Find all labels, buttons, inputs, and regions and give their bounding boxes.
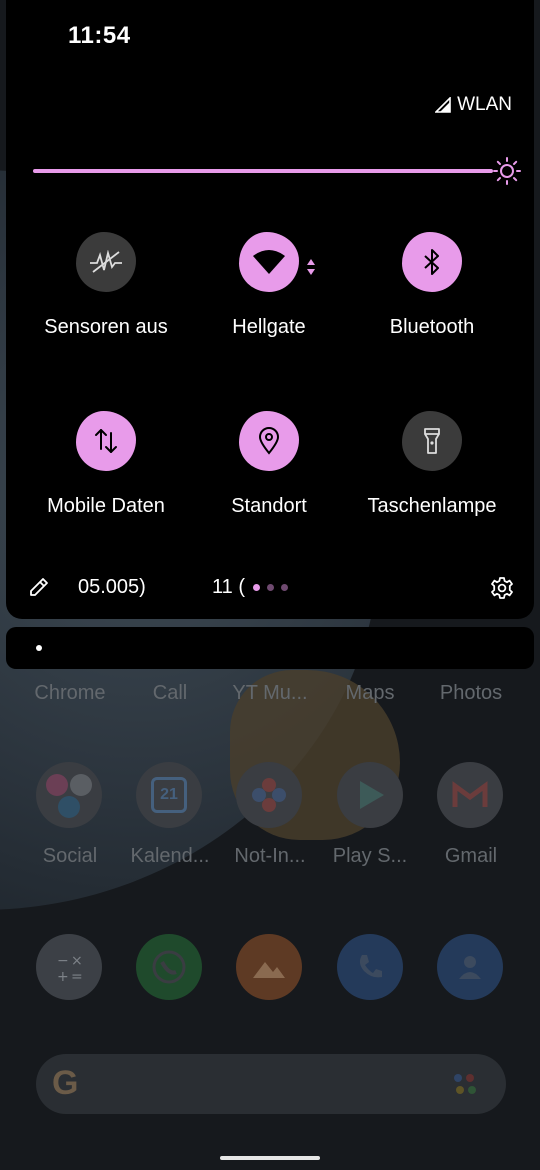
mountain-image-icon: [253, 962, 285, 978]
quick-settings-footer: 05.005) 11 (: [6, 566, 534, 610]
signal-icon: [435, 97, 451, 113]
app-label-play-store[interactable]: Play S...: [322, 845, 418, 868]
tile-label: Mobile Daten: [47, 495, 165, 517]
tile-label: Hellgate: [232, 316, 306, 338]
page-indicator: [253, 584, 288, 591]
tile-label: Taschenlampe: [367, 495, 497, 517]
svg-text:−: −: [57, 953, 69, 969]
chat-phone-icon: [152, 950, 186, 984]
brightness-slider[interactable]: [33, 169, 493, 173]
pinwheel-icon: [252, 778, 286, 812]
svg-text:×: ×: [71, 953, 83, 969]
app-label-chrome[interactable]: Chrome: [22, 682, 118, 705]
svg-text:=: =: [71, 969, 83, 985]
svg-text:+: +: [57, 969, 69, 985]
assistant-icon[interactable]: [452, 1070, 482, 1100]
tile-label: Bluetooth: [389, 316, 475, 338]
tile-flashlight[interactable]: Taschenlampe: [352, 411, 512, 519]
edit-pencil-icon[interactable]: [28, 576, 50, 598]
contacts-icon[interactable]: [437, 934, 503, 1000]
person-icon: [459, 956, 481, 979]
location-icon: [258, 427, 280, 455]
app-label-maps[interactable]: Maps: [322, 682, 418, 705]
page-dot: [281, 584, 288, 591]
google-logo-icon: G: [52, 1064, 79, 1102]
social-folder-icon[interactable]: [36, 762, 102, 828]
mail-m-icon: [452, 781, 488, 807]
page-dot-active: [253, 584, 260, 591]
tile-sensors-off-button[interactable]: [76, 232, 136, 292]
page-dot: [267, 584, 274, 591]
tile-mobile-data[interactable]: Mobile Daten: [26, 411, 186, 519]
gear-icon[interactable]: [490, 576, 514, 600]
flashlight-icon: [424, 428, 440, 454]
network-label: WLAN: [457, 94, 512, 115]
whatsapp-icon[interactable]: [136, 934, 202, 1000]
status-time: 11:54: [68, 22, 131, 49]
gallery-icon[interactable]: [236, 934, 302, 1000]
tile-label: Sensoren aus: [44, 316, 168, 338]
tile-location-button[interactable]: [239, 411, 299, 471]
bluetooth-icon: [424, 249, 439, 275]
calendar-icon[interactable]: 21: [136, 762, 202, 828]
app-label-call[interactable]: Call: [122, 682, 218, 705]
notification-strip[interactable]: [6, 627, 534, 669]
play-store-icon[interactable]: [337, 762, 403, 828]
gesture-nav-handle[interactable]: [220, 1156, 320, 1160]
app-label-not-in[interactable]: Not-In...: [222, 845, 318, 868]
notification-dot-icon: [36, 645, 42, 651]
sensors-off-icon: [90, 250, 122, 273]
network-status: WLAN: [435, 94, 512, 116]
brightness-sun-icon[interactable]: [493, 157, 521, 185]
wifi-activity-icon: [307, 259, 315, 275]
build-number-text: 05.005): [78, 576, 146, 598]
build-version-text: 11 (: [212, 576, 245, 598]
calc-symbols-icon: − × + =: [57, 953, 83, 985]
social-apps-icon: [46, 774, 92, 818]
tile-location[interactable]: Standort: [189, 411, 349, 519]
tile-sensors-off[interactable]: Sensoren aus: [26, 232, 186, 340]
app-label-photos[interactable]: Photos: [423, 682, 519, 705]
tile-flashlight-button[interactable]: [402, 411, 462, 471]
phone-icon[interactable]: [337, 934, 403, 1000]
tile-label: Standort: [231, 495, 307, 517]
mobile-data-icon: [95, 429, 117, 453]
gmail-icon[interactable]: [437, 762, 503, 828]
app-label-yt-music[interactable]: YT Mu...: [222, 682, 318, 705]
google-search-bar[interactable]: [36, 1054, 506, 1114]
calculator-icon[interactable]: − × + =: [36, 934, 102, 1000]
tile-mobile-data-button[interactable]: [76, 411, 136, 471]
tile-bluetooth-button[interactable]: [402, 232, 462, 292]
play-triangle-icon: [360, 781, 384, 809]
not-in-app-icon[interactable]: [236, 762, 302, 828]
tile-bluetooth[interactable]: Bluetooth: [352, 232, 512, 340]
tile-wifi[interactable]: Hellgate: [189, 232, 349, 340]
wifi-icon: [253, 250, 285, 274]
app-label-calendar[interactable]: Kalend...: [122, 845, 218, 868]
handset-icon: [359, 955, 382, 978]
tile-wifi-button[interactable]: [239, 232, 299, 292]
app-label-gmail[interactable]: Gmail: [423, 845, 519, 868]
app-label-social[interactable]: Social: [22, 845, 118, 868]
calendar-day-text: 21: [151, 777, 187, 813]
